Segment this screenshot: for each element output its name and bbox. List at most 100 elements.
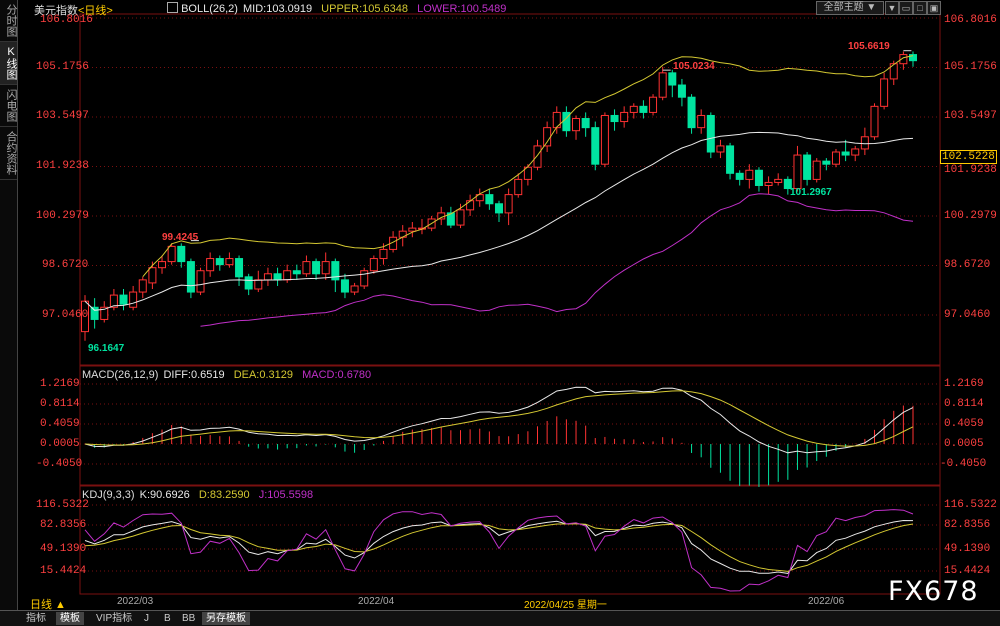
kdj-j-line	[84, 509, 914, 592]
candle-up	[860, 136, 869, 150]
window-btn-1[interactable]: ▼	[885, 1, 899, 15]
kdj-tick-left: 49.1390	[40, 543, 87, 555]
candle-down	[235, 258, 244, 278]
tab-template[interactable]: 模板	[56, 612, 84, 625]
candle-down	[186, 261, 195, 293]
macd-tick-right: 0.0005	[944, 438, 984, 450]
tab-indicator[interactable]: 指标	[22, 612, 50, 625]
candle-down	[273, 273, 282, 281]
date-label: 2022/06	[808, 596, 845, 607]
macd-tick-right: 0.8114	[944, 398, 984, 410]
candle-up	[764, 181, 773, 186]
candle-up	[206, 258, 215, 272]
candle-up	[225, 258, 234, 266]
candle-up	[263, 273, 272, 281]
window-btn-4[interactable]: ▣	[927, 1, 941, 15]
candle-up	[851, 148, 860, 156]
annotation-high: 105.0234	[673, 61, 715, 72]
date-label: 2022/03	[117, 596, 154, 607]
macd-tick-left: 0.4059	[40, 418, 80, 430]
kdj-tick-left: 116.5322	[36, 499, 89, 511]
candle-down	[581, 118, 590, 129]
candle-up	[360, 270, 369, 287]
tab-bb[interactable]: BB	[178, 612, 199, 625]
date-label: 2022/04	[358, 596, 395, 607]
candle-down	[822, 160, 831, 165]
macd-tick-left: 0.8114	[40, 398, 80, 410]
candle-down	[610, 114, 619, 123]
candle-down	[706, 114, 715, 153]
tab-b[interactable]: B	[160, 612, 175, 625]
tab-kline[interactable]: K线图	[0, 42, 17, 85]
candle-up	[283, 270, 292, 281]
y-tick-left: 97.0460	[42, 309, 89, 321]
candle-up	[504, 194, 513, 214]
candle-up	[649, 96, 658, 113]
candle-up	[408, 227, 417, 232]
theme-dropdown[interactable]: 全部主题 ▼	[816, 1, 884, 15]
panel-frame	[79, 485, 941, 595]
annotation-low: 101.2967	[790, 187, 832, 198]
boll-lower-line	[200, 193, 914, 327]
candle-up	[456, 209, 465, 226]
candle-up	[774, 178, 783, 183]
candle-up	[600, 114, 609, 165]
candle-up	[254, 279, 263, 290]
candle-down	[485, 194, 494, 205]
macd-legend: MACD(26,12,9) DIFF:0.6519 DEA:0.3129 MAC…	[82, 369, 372, 381]
candle-down	[687, 96, 696, 129]
kdj-tick-right: 49.1390	[944, 543, 991, 555]
macd-tick-right: -0.4050	[940, 458, 987, 470]
tab-timeline[interactable]: 分时图	[0, 0, 17, 42]
y-tick-right: 103.5497	[944, 110, 997, 122]
y-tick-right: 97.0460	[944, 309, 991, 321]
candle-up	[629, 105, 638, 113]
candle-up	[148, 267, 157, 284]
window-btn-2[interactable]: ▭	[899, 1, 913, 15]
bottom-toolbar: 指标 模板 VIP指标 J B BB 另存模板	[0, 610, 1000, 626]
candle-down	[340, 279, 349, 293]
candle-down	[668, 72, 677, 86]
candle-up	[572, 118, 581, 132]
candle-down	[177, 245, 186, 263]
candle-up	[793, 154, 802, 190]
boll-checkbox-icon[interactable]	[167, 2, 178, 13]
chart-area[interactable]	[18, 0, 1000, 610]
candle-down	[591, 127, 600, 165]
window-btn-3[interactable]: □	[913, 1, 927, 15]
kdj-tick-right: 82.8356	[944, 519, 991, 531]
current-price-tag: 102.5228	[940, 150, 997, 164]
candle-down	[726, 145, 735, 174]
candle-up	[379, 248, 388, 260]
annotation-high: 99.4245	[162, 232, 199, 243]
candle-up	[514, 178, 523, 196]
candle-up	[831, 151, 840, 165]
fx678-watermark: FX678	[888, 576, 979, 607]
date-label-current: 2022/04/25 星期一	[524, 600, 607, 611]
candle-down	[841, 151, 850, 156]
kdj-tick-left: 82.8356	[40, 519, 87, 531]
candle-down	[119, 294, 128, 305]
tab-flash[interactable]: 闪电图	[0, 85, 17, 127]
y-tick-right: 98.6720	[944, 259, 991, 271]
tab-contract-info[interactable]: 合约资料	[0, 127, 17, 180]
tab-save-template[interactable]: 另存模板	[202, 612, 250, 625]
candle-down	[292, 270, 301, 275]
candle-down	[677, 84, 686, 98]
candle-up	[812, 160, 821, 180]
candle-down	[909, 54, 917, 62]
candle-down	[90, 306, 99, 320]
candle-up	[196, 270, 205, 293]
candle-up	[167, 245, 176, 263]
y-tick-left: 101.9238	[36, 160, 89, 172]
annotation-low: 96.1647	[88, 343, 125, 354]
candle-down	[215, 258, 224, 266]
candle-up	[466, 200, 475, 211]
tab-vip-indicator[interactable]: VIP指标	[92, 612, 136, 625]
candle-up	[129, 291, 138, 308]
tab-j[interactable]: J	[140, 612, 153, 625]
candle-down	[495, 203, 503, 214]
macd-tick-right: 1.2169	[944, 378, 984, 390]
macd-tick-left: 0.0005	[40, 438, 80, 450]
candle-down	[754, 169, 763, 186]
